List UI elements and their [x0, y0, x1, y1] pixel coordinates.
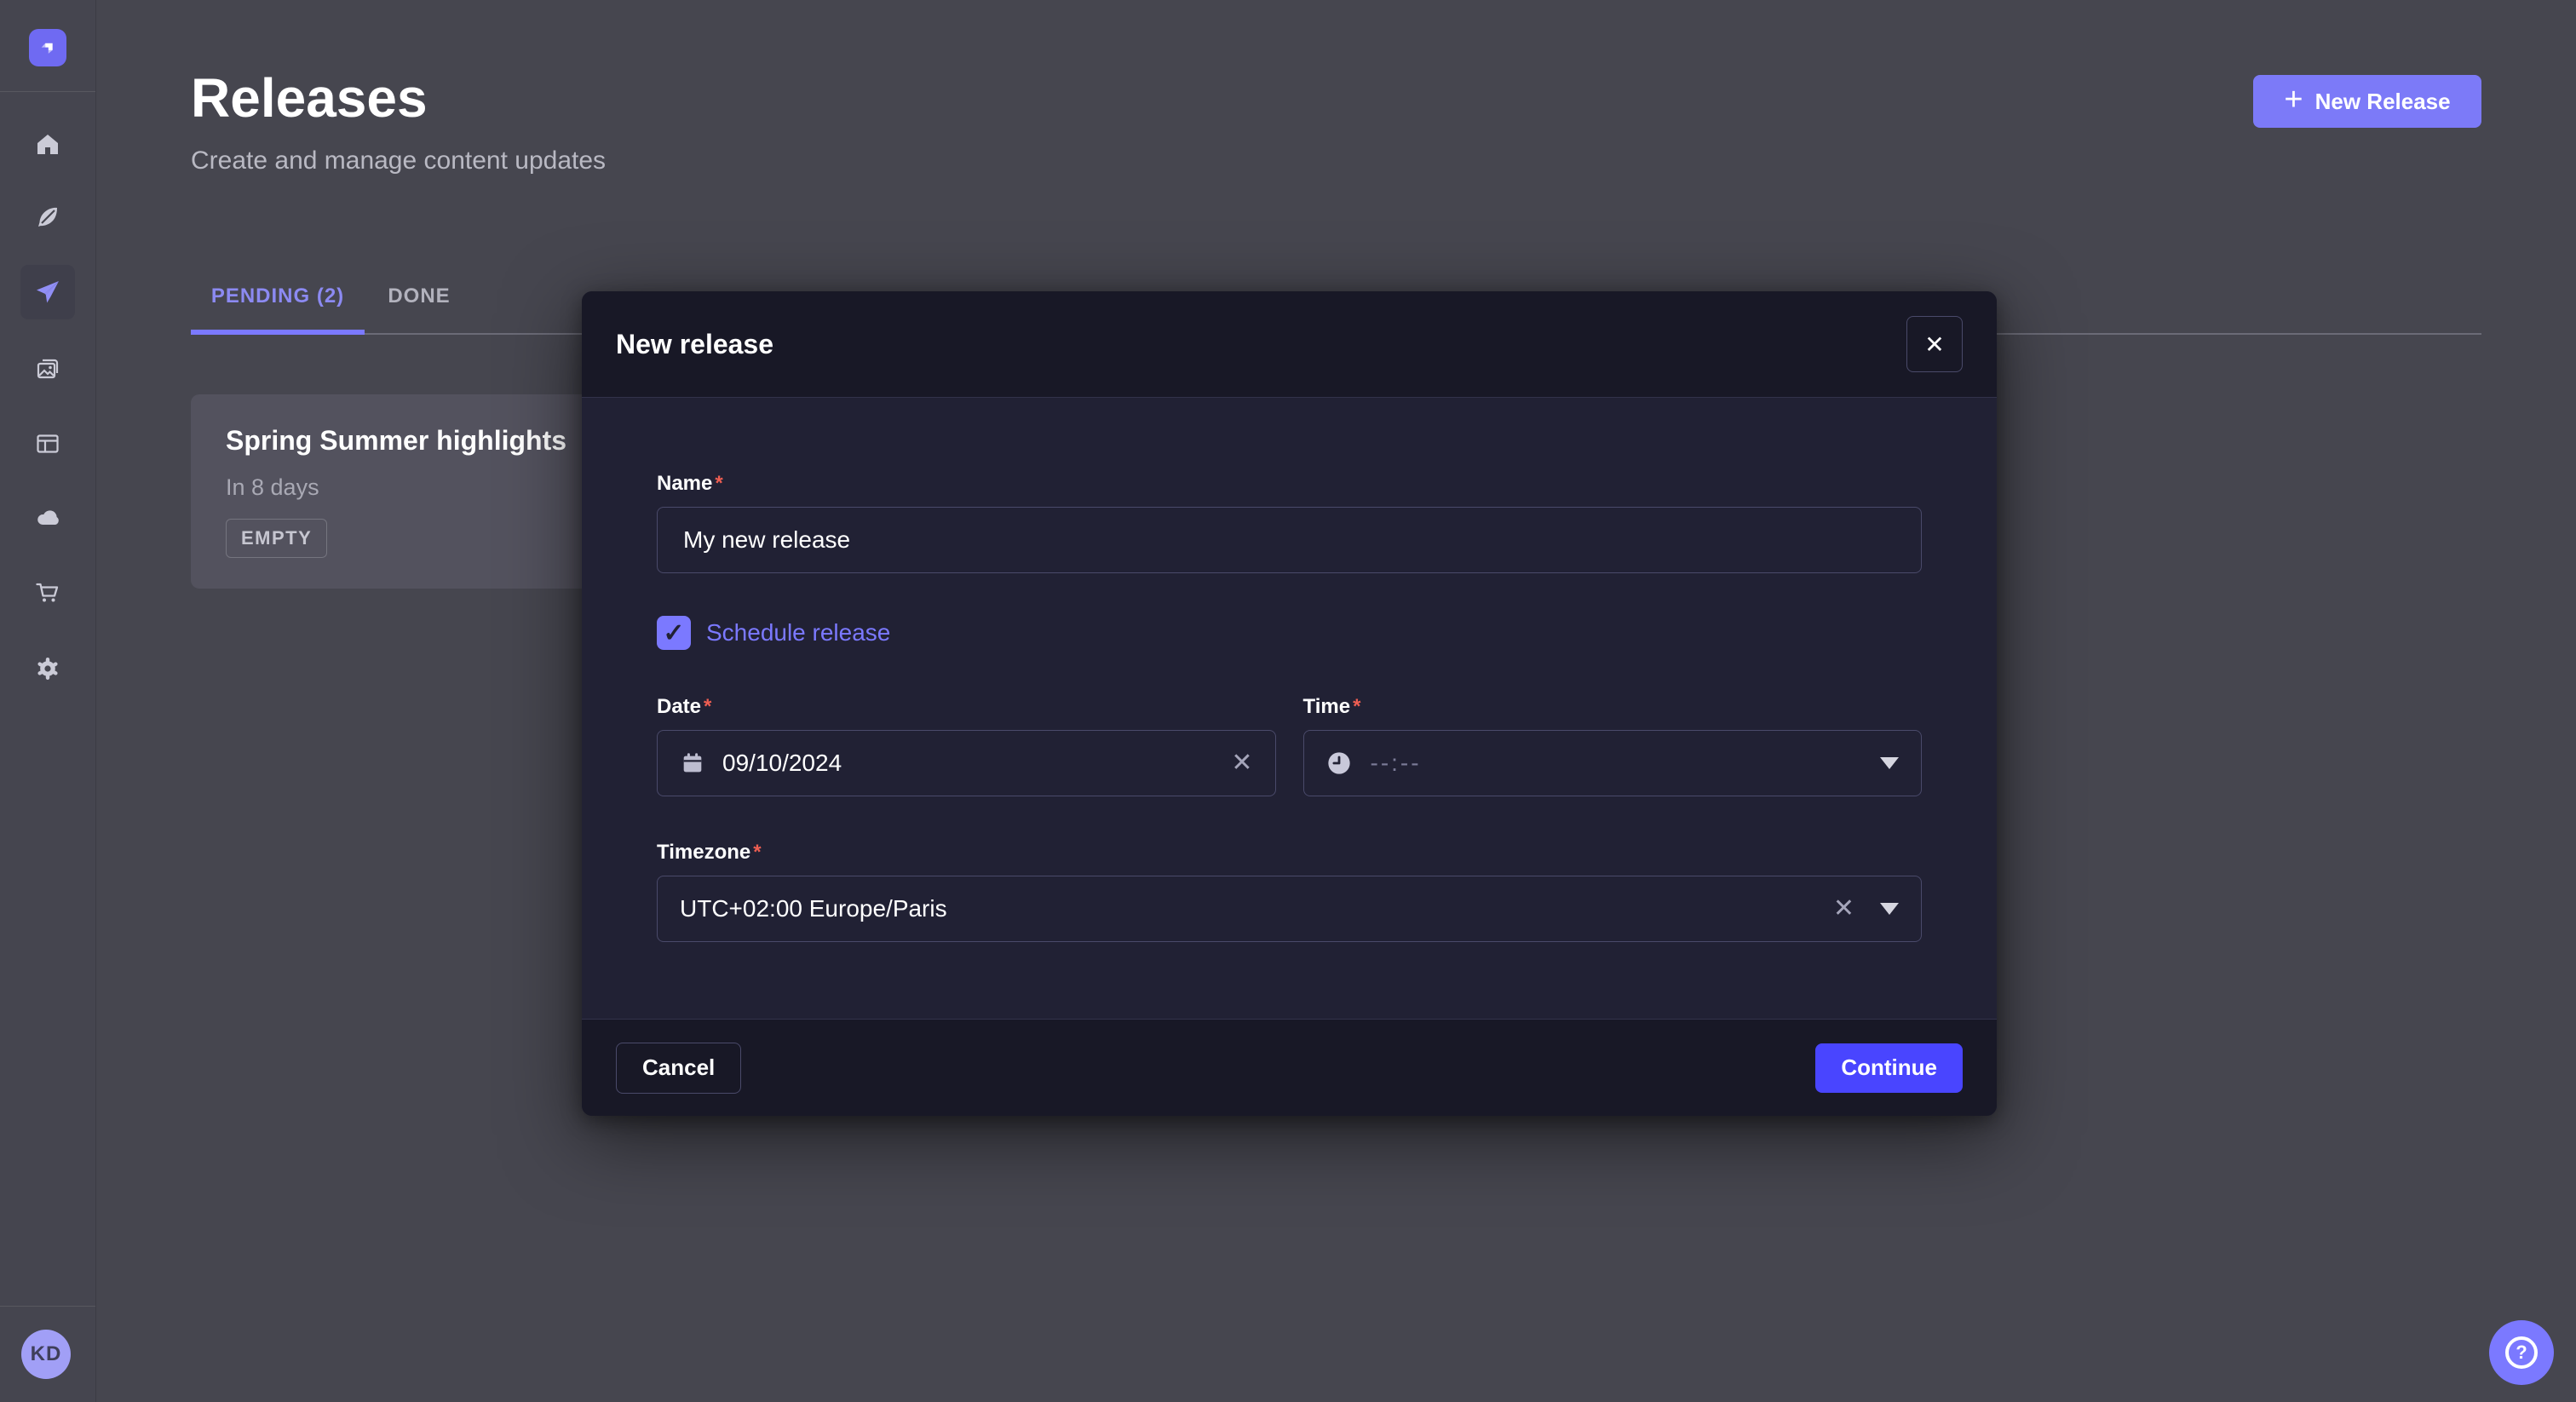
close-button[interactable]: ✕	[1906, 316, 1963, 372]
sidebar-item-releases[interactable]	[20, 265, 75, 319]
calendar-icon	[680, 750, 705, 776]
sidebar-item-content[interactable]	[20, 190, 75, 244]
sidebar-item-cloud[interactable]	[20, 491, 75, 545]
release-card-title: Spring Summer highlights	[226, 425, 566, 457]
sidebar-item-content-manager[interactable]	[20, 417, 75, 471]
required-marker: *	[1353, 695, 1360, 718]
strapi-logo-icon	[37, 37, 59, 59]
required-marker: *	[704, 695, 711, 718]
page-title: Releases	[191, 68, 428, 128]
paper-plane-icon	[34, 279, 61, 306]
cart-icon	[34, 579, 61, 606]
gear-icon	[34, 655, 61, 682]
help-button[interactable]: ?	[2489, 1320, 2554, 1385]
timezone-value: UTC+02:00 Europe/Paris	[680, 895, 947, 922]
schedule-release-label[interactable]: Schedule release	[706, 619, 890, 646]
close-icon: ✕	[1924, 330, 1944, 359]
time-field-group: Time*	[1303, 694, 1923, 796]
help-icon: ?	[2505, 1336, 2538, 1369]
name-input[interactable]	[657, 507, 1922, 573]
cancel-button[interactable]: Cancel	[616, 1043, 741, 1094]
continue-button[interactable]: Continue	[1815, 1043, 1963, 1093]
release-card-meta: In 8 days	[226, 474, 319, 501]
tab-pending[interactable]: PENDING (2)	[191, 262, 365, 330]
chevron-down-icon	[1880, 757, 1899, 769]
layout-icon	[34, 430, 61, 457]
modal-body: Name* ✓ Schedule release Date*	[582, 399, 1997, 1019]
sidebar-item-media-library[interactable]	[20, 342, 75, 397]
clear-timezone-icon[interactable]: ✕	[1833, 896, 1854, 922]
date-field-group: Date* 09/10/2024 ✕	[657, 694, 1276, 796]
name-field-group: Name*	[657, 471, 1922, 573]
timezone-select[interactable]: UTC+02:00 Europe/Paris ✕	[657, 876, 1922, 942]
strapi-logo[interactable]	[29, 29, 66, 66]
required-marker: *	[753, 841, 761, 864]
plus-icon: +	[2284, 83, 2303, 116]
status-badge: EMPTY	[226, 519, 327, 558]
sidebar-item-home[interactable]	[20, 118, 75, 172]
date-time-row: Date* 09/10/2024 ✕ Time*	[657, 694, 1922, 796]
schedule-release-checkbox[interactable]: ✓	[657, 616, 691, 650]
required-marker: *	[715, 472, 722, 495]
clear-date-icon[interactable]: ✕	[1231, 750, 1252, 776]
images-icon	[34, 356, 61, 383]
timezone-label: Timezone*	[657, 840, 1922, 865]
sidebar-divider-bottom	[0, 1306, 95, 1307]
new-release-button-label: New Release	[2315, 89, 2451, 115]
date-value: 09/10/2024	[722, 750, 842, 777]
modal-footer: Cancel Continue	[582, 1019, 1997, 1116]
time-label-text: Time	[1303, 695, 1351, 718]
date-label: Date*	[657, 694, 1276, 720]
tab-done[interactable]: DONE	[365, 262, 474, 330]
time-input[interactable]	[1369, 749, 1864, 778]
name-label-text: Name	[657, 472, 712, 495]
home-icon	[34, 131, 61, 158]
clock-icon	[1326, 750, 1352, 776]
page-subtitle: Create and manage content updates	[191, 147, 606, 175]
date-picker[interactable]: 09/10/2024 ✕	[657, 730, 1276, 796]
avatar[interactable]: KD	[21, 1330, 71, 1379]
active-tab-underline	[191, 330, 365, 335]
modal-header: New release ✕	[582, 291, 1997, 398]
timezone-label-text: Timezone	[657, 841, 750, 864]
sidebar-item-purchases[interactable]	[20, 566, 75, 620]
time-label: Time*	[1303, 694, 1923, 720]
timezone-field-group: Timezone* UTC+02:00 Europe/Paris ✕	[657, 840, 1922, 942]
cloud-icon	[34, 504, 61, 531]
question-mark: ?	[2516, 1343, 2527, 1362]
name-label: Name*	[657, 471, 1922, 497]
schedule-release-row: ✓ Schedule release	[657, 616, 1922, 650]
feather-icon	[34, 204, 61, 231]
chevron-down-icon	[1880, 903, 1899, 915]
check-icon: ✓	[663, 618, 684, 648]
sidebar-divider-top	[0, 91, 95, 92]
new-release-modal: New release ✕ Name* ✓ Schedule release D…	[582, 291, 1997, 1116]
sidebar: KD	[0, 0, 96, 1402]
time-picker[interactable]	[1303, 730, 1923, 796]
sidebar-item-settings[interactable]	[20, 641, 75, 696]
date-label-text: Date	[657, 695, 701, 718]
new-release-button[interactable]: + New Release	[2253, 75, 2481, 128]
modal-title: New release	[616, 329, 773, 360]
